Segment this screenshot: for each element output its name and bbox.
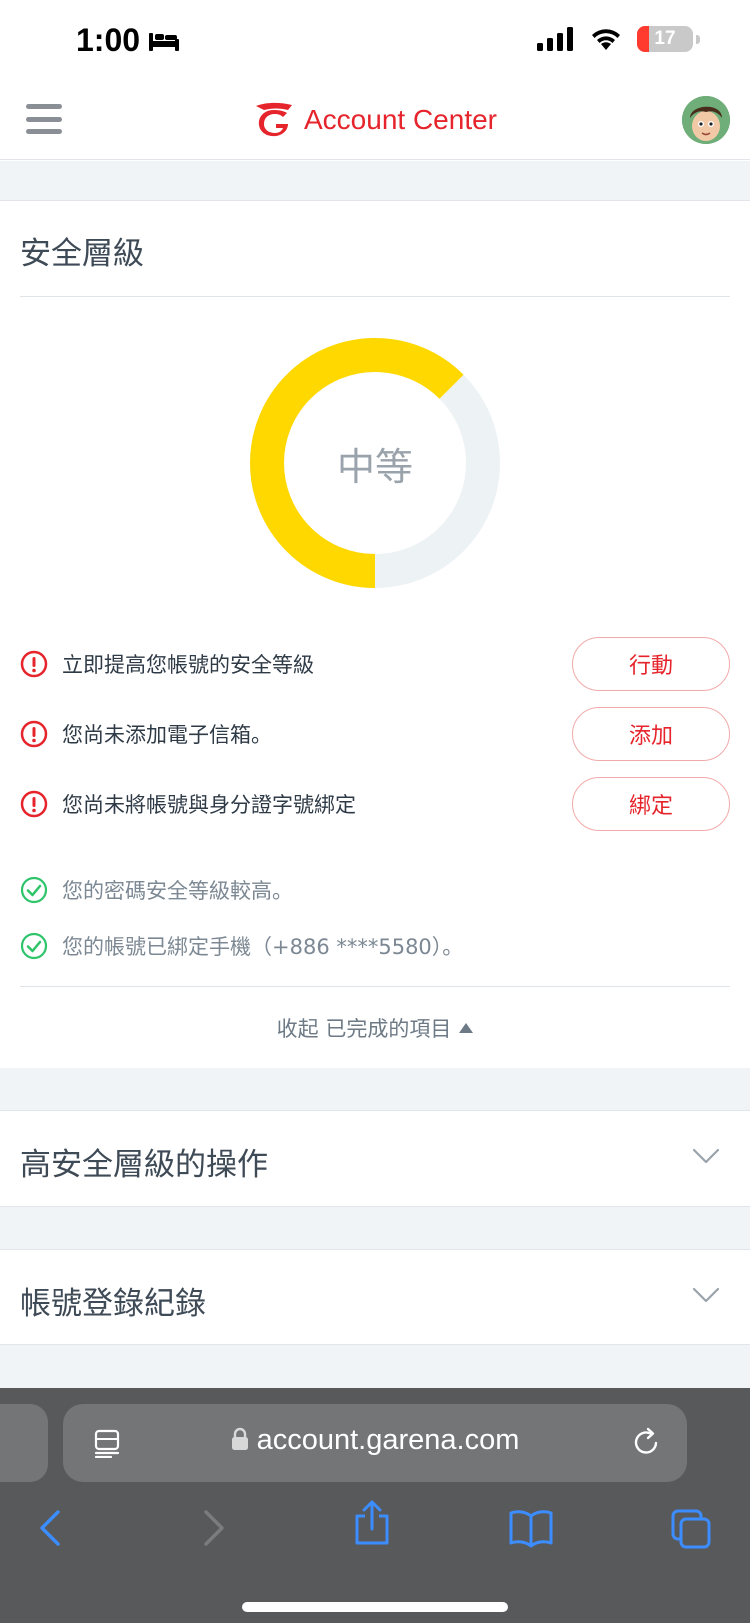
user-avatar[interactable]: [682, 96, 730, 144]
battery-level: 17: [654, 28, 676, 49]
warning-text: 您尚未將帳號與身分證字號綁定: [62, 793, 356, 817]
browser-chrome: account.garena.com: [0, 1388, 750, 1623]
url-text: account.garena.com: [256, 1424, 520, 1456]
accordion-login-records[interactable]: 帳號登錄紀錄: [0, 1249, 750, 1345]
collapse-label: 收起 已完成的項目: [276, 1017, 452, 1041]
url-display: account.garena.com: [63, 1424, 687, 1457]
header-title: Account Center: [304, 104, 497, 135]
caret-up-icon: [459, 1023, 474, 1033]
status-indicators: 17: [537, 26, 700, 52]
divider: [20, 296, 730, 297]
collapse-completed-toggle[interactable]: 收起 已完成的項目: [0, 1013, 750, 1043]
previous-tab[interactable]: [0, 1404, 48, 1482]
forward-icon[interactable]: [198, 1508, 228, 1548]
accordion-title: 高安全層級的操作: [20, 1147, 268, 1183]
cellular-signal-icon: [537, 27, 573, 51]
home-indicator[interactable]: [242, 1602, 508, 1612]
completed-item: 您的密碼安全等級較高。: [20, 862, 730, 918]
warning-item: 您尚未添加電子信箱。 添加: [20, 706, 730, 762]
check-circle-icon: [20, 932, 48, 960]
add-email-button[interactable]: 添加: [572, 707, 730, 761]
spacer-band: [0, 1068, 750, 1110]
back-icon[interactable]: [36, 1508, 66, 1548]
brand[interactable]: Account Center: [252, 100, 497, 140]
clock: 1:00: [76, 22, 141, 58]
tabs-icon[interactable]: [670, 1508, 712, 1550]
chevron-down-icon: [692, 1148, 720, 1164]
warning-text: 您尚未添加電子信箱。: [62, 723, 272, 747]
completed-item: 您的帳號已綁定手機（+886 ****5580）。: [20, 918, 730, 974]
status-time: 1:00: [76, 22, 180, 59]
spacer-band: [0, 1345, 750, 1388]
lock-icon: [231, 1427, 248, 1450]
action-button[interactable]: 行動: [572, 637, 730, 691]
share-icon[interactable]: [352, 1500, 392, 1546]
accordion-high-security-operations[interactable]: 高安全層級的操作: [0, 1110, 750, 1207]
battery-indicator: 17: [637, 26, 693, 52]
menu-icon[interactable]: [26, 102, 62, 136]
completed-text: 您的密碼安全等級較高。: [62, 879, 293, 903]
security-level-value: 中等: [336, 444, 413, 489]
warning-item: 您尚未將帳號與身分證字號綁定 綁定: [20, 776, 730, 832]
status-bar: 1:00 17: [0, 0, 750, 90]
garena-logo-icon: [256, 102, 292, 137]
chevron-down-icon: [692, 1287, 720, 1303]
app-header: Account Center: [0, 90, 750, 160]
exclamation-circle-icon: [20, 720, 48, 748]
sleep-focus-icon: [149, 32, 180, 51]
bind-id-button[interactable]: 綁定: [572, 777, 730, 831]
wifi-icon: [592, 29, 620, 50]
divider: [20, 986, 730, 987]
warning-item: 立即提高您帳號的安全等級 行動: [20, 636, 730, 692]
exclamation-circle-icon: [20, 650, 48, 678]
spacer-band: [0, 1207, 750, 1249]
bookmarks-icon[interactable]: [508, 1508, 554, 1548]
security-level-title: 安全層級: [20, 236, 144, 272]
accordion-title: 帳號登錄紀錄: [20, 1286, 206, 1322]
warning-text: 立即提高您帳號的安全等級: [62, 653, 314, 677]
check-circle-icon: [20, 876, 48, 904]
exclamation-circle-icon: [20, 790, 48, 818]
spacer-band: [0, 161, 750, 201]
completed-text: 您的帳號已綁定手機（+886 ****5580）。: [62, 935, 464, 959]
address-bar[interactable]: account.garena.com: [63, 1404, 687, 1482]
browser-toolbar: [0, 1498, 750, 1578]
reload-icon[interactable]: [631, 1426, 663, 1458]
